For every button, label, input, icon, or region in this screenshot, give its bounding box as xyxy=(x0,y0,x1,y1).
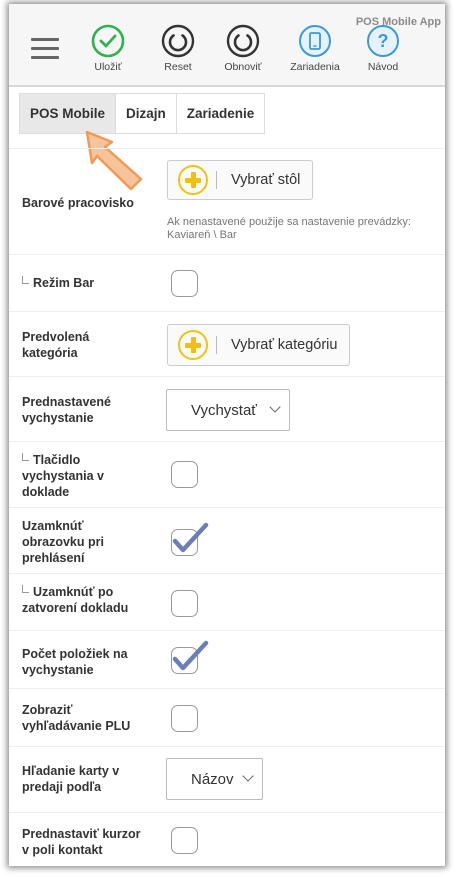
items-count-checkbox[interactable] xyxy=(171,640,209,674)
setting-label: Uzamknúť po zatvorení dokladu xyxy=(22,585,129,615)
select-table-label: Vybrať stôl xyxy=(231,172,301,188)
setting-label: Predvolená kategória xyxy=(22,330,90,360)
help-button[interactable]: ? Návod xyxy=(353,24,413,73)
plu-search-checkbox[interactable] xyxy=(171,705,198,732)
plus-icon xyxy=(178,165,208,195)
dispatch-button-checkbox[interactable] xyxy=(171,461,198,488)
devices-label: Zariadenia xyxy=(290,61,340,73)
svg-text:?: ? xyxy=(378,31,389,51)
plus-icon xyxy=(178,330,208,360)
card-search-value: Názov xyxy=(191,770,234,788)
setting-label: Uzamknúť obrazovku pri prehlásení xyxy=(22,519,104,565)
dispatch-value: Vychystať xyxy=(191,401,257,419)
menu-icon[interactable] xyxy=(31,38,59,60)
setting-row-card-search: Hľadanie karty v predaji podľa Názov xyxy=(9,746,445,813)
app-window: POS Mobile App Uložiť Reset Obnoviť Zari… xyxy=(9,4,445,866)
setting-row-lock-screen: Uzamknúť obrazovku pri prehlásení xyxy=(9,507,445,574)
devices-button[interactable]: Zariadenia xyxy=(285,24,345,73)
setting-row-bar-mode: Režim Bar xyxy=(9,254,445,312)
select-table-button[interactable]: Vybrať stôl xyxy=(167,160,314,200)
checkmark-icon xyxy=(172,522,209,553)
setting-label: Zobraziť vyhľadávanie PLU xyxy=(22,703,131,733)
setting-row-dispatch-button: Tlačidlo vychystania v doklade xyxy=(9,441,445,508)
reset-icon xyxy=(161,24,195,58)
setting-label: Režim Bar xyxy=(22,275,147,291)
setting-hint: Ak nenastavené použije sa nastavenie pre… xyxy=(167,216,411,241)
refresh-button[interactable]: Obnoviť xyxy=(213,24,273,73)
refresh-icon xyxy=(226,24,260,58)
toolbar: POS Mobile App Uložiť Reset Obnoviť Zari… xyxy=(9,4,445,87)
select-category-button[interactable]: Vybrať kategóriu xyxy=(167,324,351,366)
card-search-select[interactable]: Názov xyxy=(166,758,263,800)
check-circle-icon xyxy=(91,24,125,58)
tab-pos-mobile[interactable]: POS Mobile xyxy=(19,93,116,134)
setting-row-default-dispatch: Prednastavené vychystanie Vychystať xyxy=(9,376,445,442)
checkmark-icon xyxy=(172,640,209,671)
chevron-down-icon xyxy=(269,401,281,413)
help-icon: ? xyxy=(367,25,399,57)
setting-label: Prednastaviť kurzor v poli kontakt xyxy=(22,827,141,857)
tab-design[interactable]: Dizajn xyxy=(115,93,176,134)
setting-row-items-count: Počet položiek na vychystanie xyxy=(9,630,445,689)
dispatch-select[interactable]: Vychystať xyxy=(166,389,290,431)
setting-label: Barové pracovisko xyxy=(22,196,134,210)
tab-device[interactable]: Zariadenie xyxy=(175,93,266,134)
save-button[interactable]: Uložiť xyxy=(78,24,138,73)
cursor-contact-checkbox[interactable] xyxy=(171,827,198,854)
select-category-label: Vybrať kategóriu xyxy=(231,337,338,353)
setting-label: Prednastavené vychystanie xyxy=(22,395,111,425)
setting-label: Počet položiek na vychystanie xyxy=(22,647,128,677)
setting-row-default-category: Predvolená kategória Vybrať kategóriu xyxy=(9,311,445,377)
reset-button[interactable]: Reset xyxy=(148,24,208,73)
refresh-label: Obnoviť xyxy=(224,61,262,73)
lock-screen-checkbox[interactable] xyxy=(171,522,209,556)
separator xyxy=(216,171,217,189)
chevron-down-icon xyxy=(241,770,254,782)
setting-row-plu-search: Zobraziť vyhľadávanie PLU xyxy=(9,688,445,747)
lock-after-close-checkbox[interactable] xyxy=(171,590,198,617)
setting-row-lock-after-close: Uzamknúť po zatvorení dokladu xyxy=(9,573,445,631)
setting-row-cursor-contact: Prednastaviť kurzor v poli kontakt xyxy=(9,812,445,866)
help-label: Návod xyxy=(367,61,399,73)
separator xyxy=(216,336,217,354)
bar-mode-checkbox[interactable] xyxy=(171,270,198,297)
setting-label: Hľadanie karty v predaji podľa xyxy=(22,764,120,794)
phone-icon xyxy=(299,25,331,57)
setting-label: Tlačidlo vychystania v doklade xyxy=(22,453,104,499)
setting-row-bar-station: Barové pracovisko Vybrať stôl Ak nenasta… xyxy=(9,148,445,255)
save-label: Uložiť xyxy=(94,61,122,73)
reset-label: Reset xyxy=(164,61,192,73)
